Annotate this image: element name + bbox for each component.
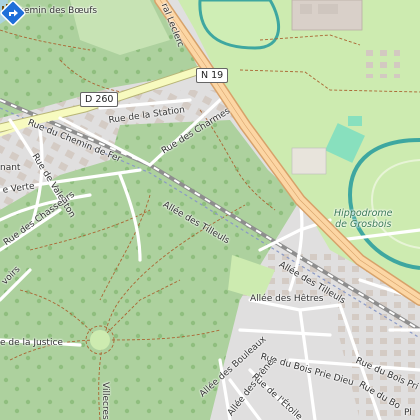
road-shield-n19: N 19 xyxy=(196,68,229,83)
location-pin-icon[interactable] xyxy=(0,0,26,26)
street-label-nant: nant xyxy=(0,163,21,173)
street-label-villecresnes: Villecres xyxy=(100,382,110,420)
poi-label-hippodrome: Hippodrome de Grosbois xyxy=(334,208,393,230)
street-label-rue-justice: e de la Justice xyxy=(0,338,63,348)
poi-label-hippodrome-line2: de Grosbois xyxy=(335,219,392,230)
poi-label-hippodrome-line1: Hippodrome xyxy=(334,208,393,219)
map-view[interactable]: N 19 D 260 Chemin des Bœufs ral Leclerc … xyxy=(0,0,420,420)
street-label-pl: Pl xyxy=(404,408,412,418)
street-label-allee-hetres: Allée des Hêtres xyxy=(250,294,324,304)
road-shield-d260: D 260 xyxy=(80,92,119,107)
